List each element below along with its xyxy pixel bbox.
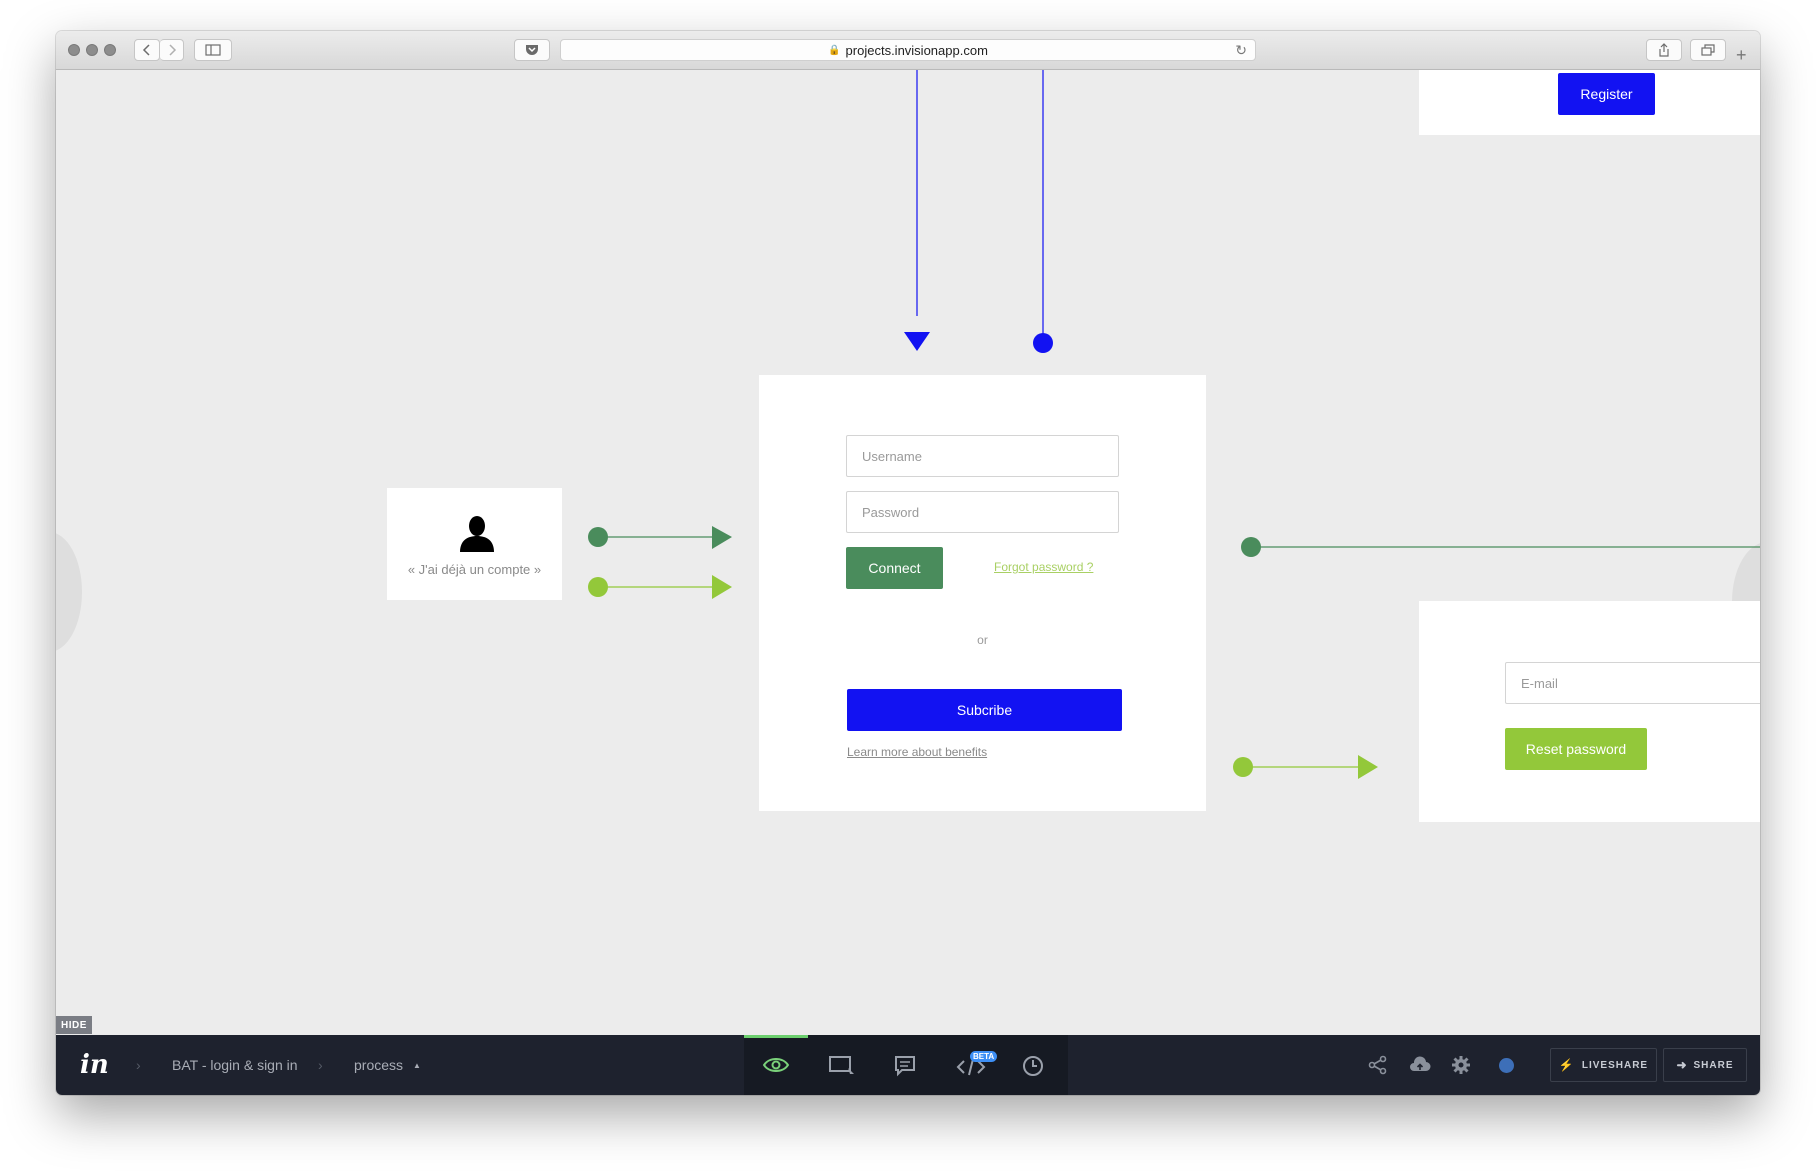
clock-icon[interactable]: [1022, 1055, 1044, 1077]
browser-window: 🔒 projects.invisionapp.com ↻ + Register: [56, 31, 1760, 1095]
or-separator: or: [977, 633, 988, 647]
liveshare-label: LIVESHARE: [1581, 1059, 1649, 1071]
caret-up-icon: ▲: [413, 1060, 421, 1070]
reset-password-card: E-mail Reset password: [1419, 601, 1760, 822]
share-network-icon[interactable]: [1368, 1055, 1388, 1075]
pocket-icon: [526, 45, 538, 55]
connect-button[interactable]: Connect: [846, 547, 943, 589]
breadcrumb-screen-label: process: [354, 1057, 404, 1073]
eye-icon[interactable]: [762, 1055, 790, 1075]
forgot-password-link[interactable]: Forgot password ?: [994, 560, 1093, 574]
email-field[interactable]: E-mail: [1505, 662, 1760, 704]
login-card: Username Password Connect Forgot passwor…: [759, 375, 1206, 811]
arrow-right-icon: ➜: [1676, 1058, 1688, 1072]
status-dot-icon[interactable]: [1499, 1058, 1514, 1073]
lock-icon: 🔒: [828, 44, 841, 56]
new-tab-button[interactable]: +: [1736, 46, 1747, 64]
username-field[interactable]: Username: [846, 435, 1119, 477]
blue-dot-connector: [1033, 70, 1053, 353]
tabs-icon: [1701, 44, 1715, 56]
share-button[interactable]: ➜ SHARE: [1663, 1048, 1747, 1082]
prototype-canvas: Register « J'ai déjà un compte » Usernam…: [56, 70, 1760, 1036]
breadcrumb-project[interactable]: BAT - login & sign in: [172, 1035, 298, 1095]
lightning-icon: ⚡: [1558, 1058, 1575, 1072]
dark-green-arrow-connector: [588, 526, 732, 549]
chevron-left-icon: [142, 44, 150, 56]
reset-password-button[interactable]: Reset password: [1505, 728, 1647, 770]
learn-more-link[interactable]: Learn more about benefits: [847, 745, 987, 759]
zoom-window-button[interactable]: [104, 44, 116, 56]
cloud-upload-icon[interactable]: [1409, 1055, 1431, 1075]
account-caption: « J'ai déjà un compte »: [407, 562, 542, 577]
user-icon: [460, 516, 494, 552]
beta-badge: BETA: [970, 1051, 998, 1062]
breadcrumb-screen[interactable]: process ▲: [354, 1035, 421, 1095]
sidebar-icon: [205, 44, 221, 56]
lime-reset-arrow-connector: [1233, 755, 1378, 779]
breadcrumb-separator-icon: ›: [318, 1057, 323, 1073]
gear-icon[interactable]: [1451, 1055, 1471, 1075]
active-mode-indicator: [744, 1035, 808, 1038]
subscribe-button[interactable]: Subcribe: [847, 689, 1122, 731]
blue-arrow-connector: [904, 70, 930, 351]
breadcrumb-separator-icon: ›: [136, 1057, 141, 1073]
back-button[interactable]: [134, 39, 160, 61]
tabs-overview-button[interactable]: [1690, 39, 1726, 61]
account-card[interactable]: « J'ai déjà un compte »: [387, 488, 562, 600]
pocket-button[interactable]: [514, 39, 550, 61]
screen-select-icon[interactable]: [828, 1055, 856, 1077]
browser-titlebar: 🔒 projects.invisionapp.com ↻ +: [56, 31, 1760, 70]
sidebar-toggle-button[interactable]: [194, 39, 232, 61]
invision-logo[interactable]: in: [80, 1035, 109, 1095]
chevron-right-icon: [168, 44, 176, 56]
share-icon: [1659, 43, 1669, 57]
liveshare-button[interactable]: ⚡ LIVESHARE: [1550, 1048, 1657, 1082]
dark-green-line-connector: [1241, 537, 1760, 557]
address-url: projects.invisionapp.com: [845, 42, 988, 58]
share-page-button[interactable]: [1646, 39, 1682, 61]
comment-icon[interactable]: [894, 1055, 918, 1077]
minimize-window-button[interactable]: [86, 44, 98, 56]
invision-toolbar: in › BAT - login & sign in › process ▲ B…: [56, 1035, 1760, 1095]
mode-tools: BETA: [744, 1035, 1068, 1095]
close-window-button[interactable]: [68, 44, 80, 56]
password-field[interactable]: Password: [846, 491, 1119, 533]
forward-button[interactable]: [160, 39, 184, 61]
share-label: SHARE: [1693, 1059, 1734, 1071]
lime-arrow-connector: [588, 575, 732, 599]
hide-toolbar-button[interactable]: HIDE: [56, 1016, 92, 1034]
reload-icon[interactable]: ↻: [1235, 42, 1247, 59]
address-bar[interactable]: 🔒 projects.invisionapp.com ↻: [560, 39, 1256, 61]
